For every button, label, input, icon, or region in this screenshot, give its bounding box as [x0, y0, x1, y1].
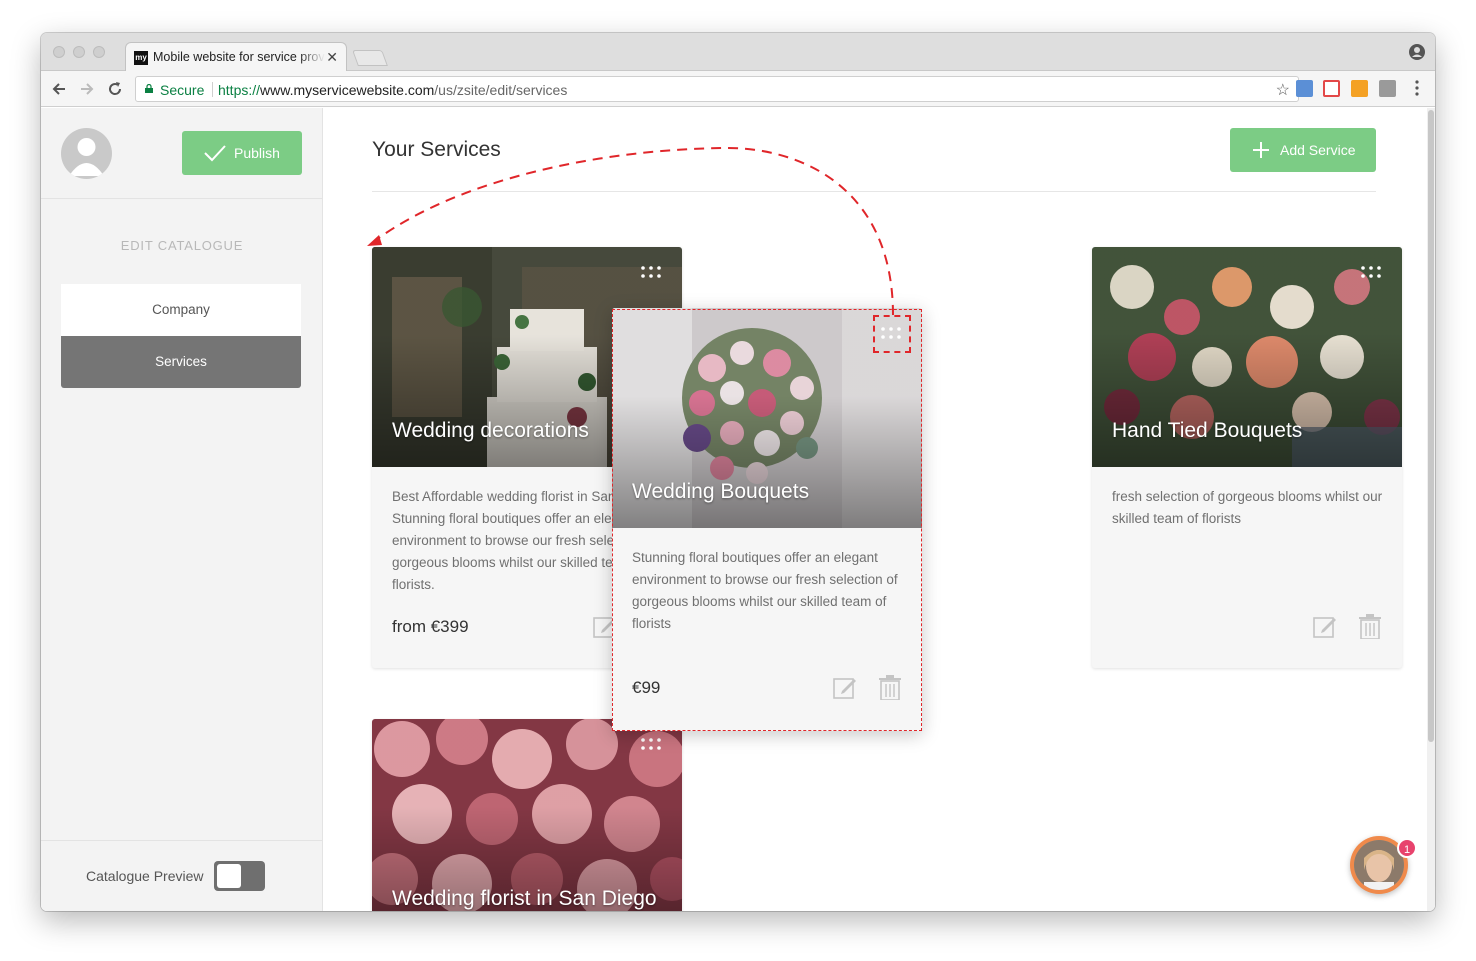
sidebar-divider	[41, 198, 323, 199]
forward-icon[interactable]	[77, 79, 97, 99]
sidebar-bottom-divider	[41, 840, 323, 841]
catalogue-preview-toggle[interactable]	[214, 861, 265, 891]
browser-toolbar: Secure https://www.myservicewebsite.com/…	[41, 71, 1435, 107]
service-description: Stunning floral boutiques offer an elega…	[632, 550, 898, 631]
service-card-wedding-florist-san-diego[interactable]: Wedding florist in San Diego	[372, 719, 682, 911]
check-icon	[204, 145, 226, 162]
user-avatar[interactable]	[61, 128, 112, 179]
sidebar-section-title: EDIT CATALOGUE	[120, 238, 244, 253]
plus-icon	[1253, 142, 1269, 158]
drag-handle-icon[interactable]	[880, 326, 902, 340]
publish-button[interactable]: Publish	[182, 131, 302, 175]
extension-video-icon[interactable]	[1323, 80, 1340, 97]
chat-notification-badge: 1	[1397, 838, 1417, 858]
service-title: Wedding florist in San Diego	[392, 887, 657, 910]
address-bar[interactable]: Secure https://www.myservicewebsite.com/…	[135, 76, 1299, 102]
tab-bar: my Mobile website for service providers …	[41, 33, 1435, 72]
sidebar: Publish EDIT CATALOGUE Company Services …	[41, 108, 323, 911]
service-card-wedding-bouquets-dragging[interactable]: Wedding Bouquets Stunning floral boutiqu…	[612, 308, 922, 731]
extension-chart-icon[interactable]	[1351, 80, 1368, 97]
minimize-window-button[interactable]	[73, 46, 85, 58]
sidebar-item-company[interactable]: Company	[61, 284, 301, 336]
drag-handle-icon[interactable]	[1360, 265, 1382, 279]
new-tab-button[interactable]	[352, 50, 388, 66]
drag-handle-icon[interactable]	[640, 265, 662, 279]
scrollbar-thumb[interactable]	[1428, 110, 1434, 742]
tab-title: Mobile website for service providers	[153, 50, 325, 64]
app-content: Publish EDIT CATALOGUE Company Services …	[41, 108, 1435, 911]
delete-icon[interactable]	[1359, 614, 1381, 639]
extension-puzzle-icon[interactable]	[1379, 80, 1396, 97]
service-card-hand-tied-bouquets[interactable]: Hand Tied Bouquets fresh selection of go…	[1092, 247, 1402, 668]
delete-icon[interactable]	[879, 675, 901, 700]
chat-launcher-button[interactable]: 1	[1350, 836, 1417, 894]
service-price: €99	[632, 678, 661, 697]
url-divider	[212, 82, 213, 97]
add-service-button[interactable]: Add Service	[1230, 128, 1376, 172]
header-divider	[372, 191, 1376, 192]
favicon-icon: my	[134, 51, 148, 65]
browser-window: my Mobile website for service providers …	[41, 33, 1435, 911]
drag-handle-icon[interactable]	[640, 737, 662, 751]
secure-label: Secure	[160, 82, 205, 98]
service-description: fresh selection of gorgeous blooms whils…	[1112, 489, 1383, 526]
main-panel: Your Services Add Service Wedding decora…	[324, 108, 1427, 911]
reload-icon[interactable]	[105, 79, 125, 99]
url-text: https://www.myservicewebsite.com/us/zsit…	[218, 82, 568, 98]
zoom-window-button[interactable]	[93, 46, 105, 58]
browser-menu-icon[interactable]	[1415, 80, 1419, 96]
edit-icon[interactable]	[833, 676, 857, 700]
browser-tab[interactable]: my Mobile website for service providers …	[125, 42, 347, 72]
service-title: Wedding decorations	[392, 419, 589, 442]
close-tab-icon[interactable]: ✕	[326, 49, 338, 65]
bookmark-star-icon[interactable]: ☆	[1276, 80, 1290, 100]
page-scrollbar[interactable]	[1427, 108, 1435, 911]
service-title: Wedding Bouquets	[632, 480, 810, 503]
edit-icon[interactable]	[1313, 615, 1337, 639]
publish-label: Publish	[234, 145, 280, 161]
add-service-label: Add Service	[1280, 142, 1356, 158]
lock-icon	[145, 84, 153, 93]
catalogue-preview-label: Catalogue Preview	[86, 868, 204, 884]
profile-icon[interactable]	[1409, 44, 1425, 60]
toggle-knob	[217, 864, 241, 888]
page-title: Your Services	[372, 138, 501, 161]
sidebar-item-services[interactable]: Services	[61, 336, 301, 388]
close-window-button[interactable]	[53, 46, 65, 58]
service-price: from €399	[392, 617, 469, 636]
extension-translate-icon[interactable]	[1296, 80, 1313, 97]
back-icon[interactable]	[49, 79, 69, 99]
service-title: Hand Tied Bouquets	[1112, 419, 1303, 442]
